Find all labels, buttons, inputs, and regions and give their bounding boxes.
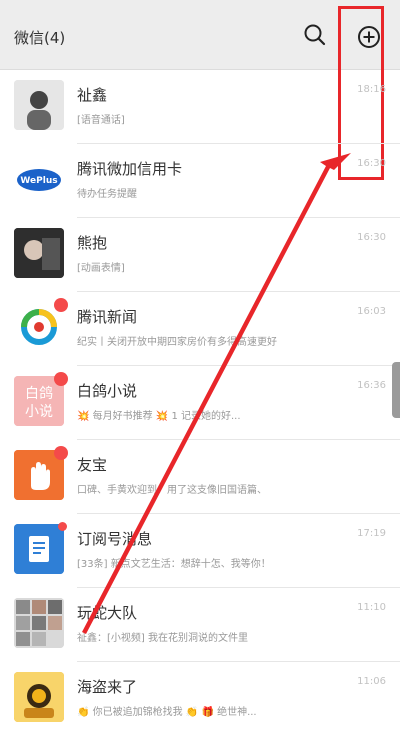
chat-time: 16:03 [357, 306, 386, 317]
chat-name: 祉鑫 [77, 86, 108, 104]
chat-row[interactable]: 订阅号消息 [33条] 新点文艺生活：想辞十怎、我等你！ 17:19 [0, 514, 400, 588]
svg-text:WePlus: WePlus [20, 176, 57, 186]
chat-preview: [语音通话] [77, 115, 125, 126]
unread-badge [54, 372, 68, 386]
plus-circle-icon [358, 26, 380, 48]
chat-time: 11:06 [357, 676, 386, 687]
search-button[interactable] [300, 20, 330, 50]
page-title: 微信(4) [14, 29, 66, 47]
chat-row[interactable]: 腾讯新闻 纪实丨关闭开放中期四家房价有多得高速更好 16:03 [0, 292, 400, 366]
chat-preview: [33条] 新点文艺生活：想辞十怎、我等你！ [77, 559, 271, 570]
chat-name: 熊抱 [77, 234, 108, 252]
chat-time: 11:10 [357, 602, 386, 613]
chat-preview: 💥 每月好书推荐 💥 1 记录她的好... [77, 411, 241, 422]
chat-name: 腾讯新闻 [77, 308, 138, 326]
avatar: WePlus [14, 154, 64, 204]
chat-row[interactable]: WePlus 腾讯微加信用卡 待办任务提醒 16:30 [0, 144, 400, 218]
svg-text:小说: 小说 [25, 404, 53, 420]
top-bar: 微信(4) [0, 0, 400, 70]
avatar [14, 598, 64, 648]
scroll-handle[interactable] [392, 362, 400, 418]
chat-time: 16:36 [357, 380, 386, 391]
chat-row[interactable]: 白鸽 小说 白鸽小说 💥 每月好书推荐 💥 1 记录她的好... 16:36 [0, 366, 400, 440]
chat-time: 16:30 [357, 158, 386, 169]
chat-row[interactable]: 熊抱 [动画表情] 16:30 [0, 218, 400, 292]
unread-badge [54, 446, 68, 460]
chat-time: 17:19 [357, 528, 386, 539]
chat-row[interactable]: 玩蛇大队 祉鑫：[小视频] 我在花别洞说的文件里 11:10 [0, 588, 400, 662]
chat-row[interactable]: 海盗来了 👏 你已被追加锦枪找我 👏 🎁 绝世神... 11:06 [0, 662, 400, 736]
chat-name: 海盗来了 [77, 678, 138, 696]
chat-name: 玩蛇大队 [77, 604, 138, 622]
add-button[interactable] [352, 20, 386, 54]
unread-badge [54, 298, 68, 312]
chat-preview: 纪实丨关闭开放中期四家房价有多得高速更好 [77, 337, 277, 348]
unread-dot [58, 522, 67, 531]
chat-preview: [动画表情] [77, 263, 125, 274]
chat-name: 腾讯微加信用卡 [77, 160, 183, 178]
search-icon [304, 24, 326, 46]
chat-preview: 口碑、手黄欢迎到！用了这支像旧国语篇、 [77, 485, 267, 496]
chat-preview: 祉鑫：[小视频] 我在花别洞说的文件里 [77, 633, 248, 644]
chat-name: 订阅号消息 [77, 530, 153, 548]
avatar [14, 672, 64, 722]
avatar [14, 80, 64, 130]
chat-time: 16:30 [357, 232, 386, 243]
svg-text:白鸽: 白鸽 [25, 385, 53, 402]
chat-list: 祉鑫 [语音通话] 18:16 WePlus 腾讯微加信用卡 待办任务提醒 16… [0, 70, 400, 722]
avatar [14, 524, 64, 574]
chat-name: 友宝 [77, 456, 108, 474]
chat-row[interactable]: 祉鑫 [语音通话] 18:16 [0, 70, 400, 144]
chat-time: 18:16 [357, 84, 386, 95]
chat-preview: 待办任务提醒 [77, 189, 137, 200]
chat-row[interactable]: 友宝 口碑、手黄欢迎到！用了这支像旧国语篇、 [0, 440, 400, 514]
chat-name: 白鸽小说 [77, 382, 138, 400]
chat-preview: 👏 你已被追加锦枪找我 👏 🎁 绝世神... [77, 707, 257, 718]
avatar [14, 228, 64, 278]
